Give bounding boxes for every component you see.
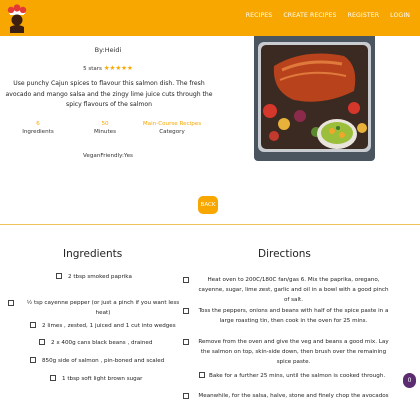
star-icon: ★ bbox=[127, 64, 133, 72]
section-divider bbox=[0, 224, 420, 225]
direction-text: Bake for a further 25 mins, until the sa… bbox=[209, 373, 386, 379]
top-navbar: RECIPES CREATE RECIPES REGISTER LOGIN bbox=[0, 0, 420, 36]
ingredient-text: 2 limes , zested, 1 juiced and 1 cut int… bbox=[42, 323, 176, 329]
minutes-value: 50 bbox=[101, 121, 109, 127]
direction-text: Toss the peppers, onions and beans with … bbox=[198, 308, 389, 324]
recipe-photo bbox=[254, 36, 375, 161]
category-value: Main-Course Recipes bbox=[142, 121, 202, 127]
recipe-tags: VeganFriendly:Yes bbox=[83, 153, 133, 159]
direction-checkbox[interactable] bbox=[183, 393, 189, 399]
directions-title: Directions bbox=[258, 248, 311, 260]
ingredients-count-label: Ingredients bbox=[22, 129, 54, 135]
ingredient-item: 2 limes , zested, 1 juiced and 1 cut int… bbox=[30, 321, 176, 331]
ingredient-checkbox[interactable] bbox=[56, 272, 62, 279]
direction-step: Bake for a further 25 mins, until the sa… bbox=[199, 371, 385, 381]
ingredient-checkbox[interactable] bbox=[8, 300, 14, 306]
nav-login-link[interactable]: LOGIN bbox=[390, 12, 410, 19]
chef-logo-icon[interactable] bbox=[4, 3, 30, 33]
direction-checkbox[interactable] bbox=[183, 308, 189, 314]
ingredient-checkbox[interactable] bbox=[30, 321, 36, 328]
ingredient-checkbox[interactable] bbox=[50, 374, 56, 381]
ingredient-text: 850g side of salmon , pin-boned and scal… bbox=[42, 358, 165, 364]
meta-ingredients: 6 Ingredients bbox=[8, 120, 68, 136]
nav-recipes-link[interactable]: RECIPES bbox=[246, 12, 273, 19]
ingredient-text: 2 x 400g cans black beans , drained bbox=[51, 340, 153, 346]
direction-checkbox[interactable] bbox=[199, 371, 205, 378]
minutes-label: Minutes bbox=[93, 129, 117, 135]
nav-register-link[interactable]: REGISTER bbox=[348, 12, 380, 19]
recipe-description: Use punchy Cajun spices to flavour this … bbox=[5, 80, 213, 109]
ingredient-item: 2 tbsp smoked paprika bbox=[56, 272, 132, 282]
recipe-author: By:Heidi bbox=[94, 46, 122, 54]
recipe-info-panel: By:Heidi 5 stars ★★★★★ Use punchy Cajun … bbox=[0, 36, 216, 211]
back-button[interactable]: BACK bbox=[198, 196, 218, 214]
ingredient-item: 2 x 400g cans black beans , drained bbox=[39, 338, 152, 348]
ingredient-item: 1 tbsp soft light brown sugar bbox=[50, 374, 142, 384]
rating-row: 5 stars ★★★★★ bbox=[0, 64, 216, 72]
ingredient-checkbox[interactable] bbox=[30, 356, 36, 363]
direction-step: Heat oven to 200C/180C fan/gas 6. Mix th… bbox=[183, 275, 390, 305]
ingredient-item: 850g side of salmon , pin-boned and scal… bbox=[30, 356, 164, 366]
meta-category: Main-Course Recipes Category bbox=[142, 120, 202, 136]
nav-create-recipes-link[interactable]: CREATE RECIPES bbox=[283, 12, 336, 19]
direction-checkbox[interactable] bbox=[183, 339, 189, 345]
direction-text: Meanwhile, for the salsa, halve, stone a… bbox=[198, 393, 389, 399]
ingredients-count: 6 bbox=[36, 121, 40, 127]
ingredient-item: ½ tsp cayenne pepper (or just a pinch if… bbox=[8, 298, 180, 318]
ingredient-text: ½ tsp cayenne pepper (or just a pinch if… bbox=[26, 300, 180, 316]
direction-checkbox[interactable] bbox=[183, 277, 189, 283]
direction-step: Meanwhile, for the salsa, halve, stone a… bbox=[183, 391, 390, 401]
direction-step: Toss the peppers, onions and beans with … bbox=[183, 306, 390, 326]
direction-step: Remove from the oven and give the veg an… bbox=[183, 337, 390, 367]
rating-text: 5 stars bbox=[83, 66, 102, 72]
ingredients-title: Ingredients bbox=[63, 248, 123, 260]
direction-text: Remove from the oven and give the veg an… bbox=[198, 339, 389, 365]
direction-text: Heat oven to 200C/180C fan/gas 6. Mix th… bbox=[198, 277, 389, 303]
ingredient-checkbox[interactable] bbox=[39, 338, 45, 345]
ingredient-text: 1 tbsp soft light brown sugar bbox=[62, 376, 143, 382]
ingredient-text: 2 tbsp smoked paprika bbox=[68, 274, 132, 280]
category-label: Category bbox=[159, 129, 185, 135]
chat-icon[interactable]: 0 bbox=[403, 373, 416, 388]
meta-minutes: 50 Minutes bbox=[75, 120, 135, 136]
